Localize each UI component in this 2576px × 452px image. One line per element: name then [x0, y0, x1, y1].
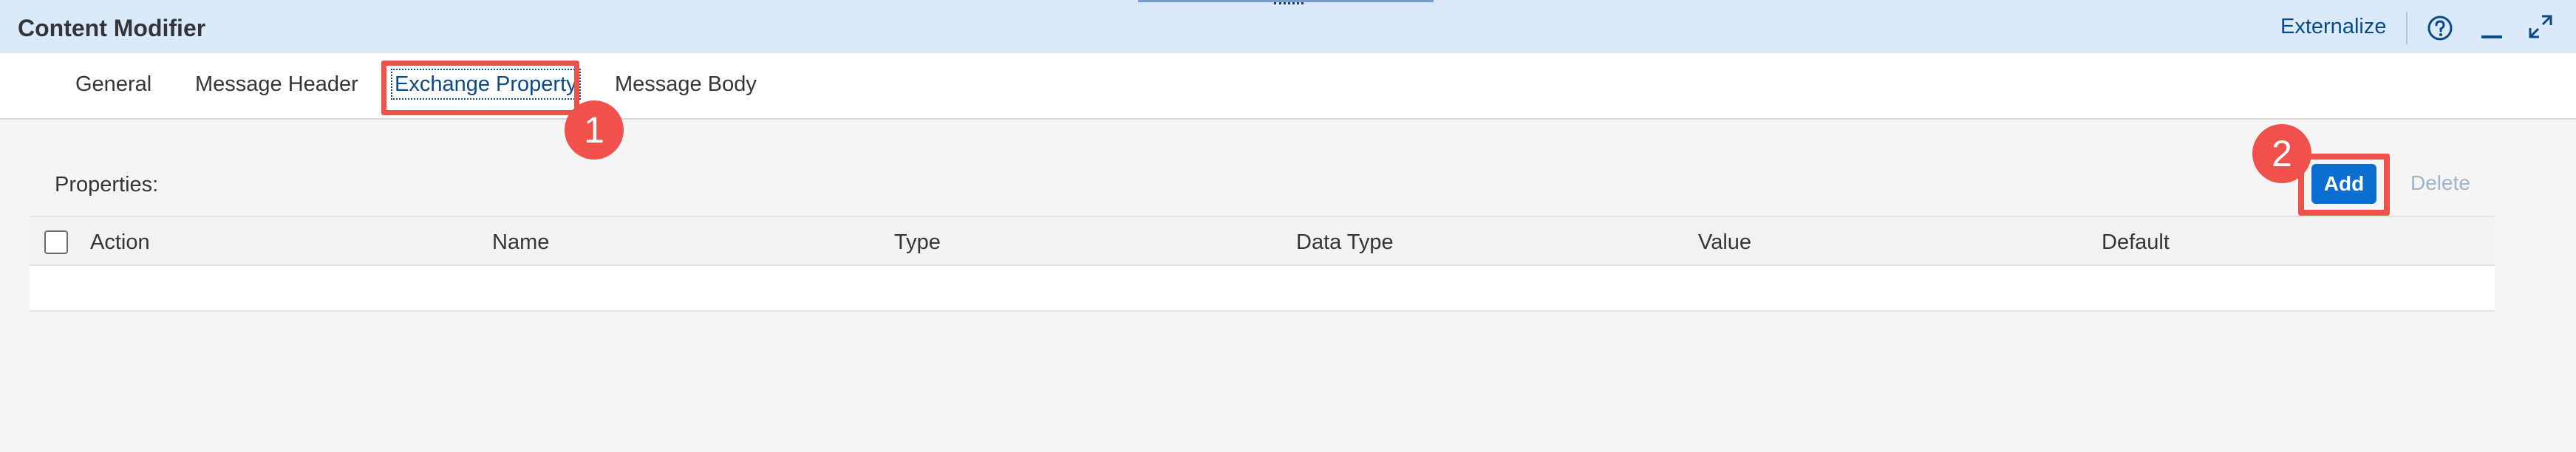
delete-button: Delete [2410, 171, 2470, 194]
dialog-header: Content Modifier Externalize [0, 0, 2576, 53]
select-all-checkbox[interactable] [44, 230, 68, 254]
externalize-link[interactable]: Externalize [2280, 15, 2386, 39]
annotation-badge-2: 2 [2252, 124, 2311, 183]
maximize-icon[interactable] [2527, 13, 2554, 40]
drag-handle[interactable] [1274, 0, 1304, 4]
header-divider [2406, 12, 2408, 44]
column-header-default: Default [2102, 230, 2170, 254]
annotation-badge-1: 1 [565, 100, 624, 160]
tab-general[interactable]: General [75, 72, 151, 97]
column-header-data-type: Data Type [1296, 230, 1394, 254]
properties-label: Properties: [55, 173, 159, 196]
properties-table: Action Name Type Data Type Value Default [30, 216, 2495, 312]
column-header-type: Type [894, 230, 941, 254]
annotation-highlight-1 [381, 61, 579, 115]
table-header: Action Name Type Data Type Value Default [30, 216, 2495, 266]
column-header-name: Name [492, 230, 550, 254]
column-header-value: Value [1698, 230, 1752, 254]
help-icon[interactable] [2427, 15, 2453, 41]
annotation-highlight-2 [2298, 154, 2390, 216]
tab-message-body[interactable]: Message Body [615, 72, 757, 97]
minimize-icon[interactable] [2478, 15, 2505, 41]
dialog-title: Content Modifier [18, 15, 206, 41]
table-empty-row [30, 266, 2495, 312]
column-header-action: Action [90, 230, 150, 254]
tab-message-header[interactable]: Message Header [195, 72, 358, 97]
